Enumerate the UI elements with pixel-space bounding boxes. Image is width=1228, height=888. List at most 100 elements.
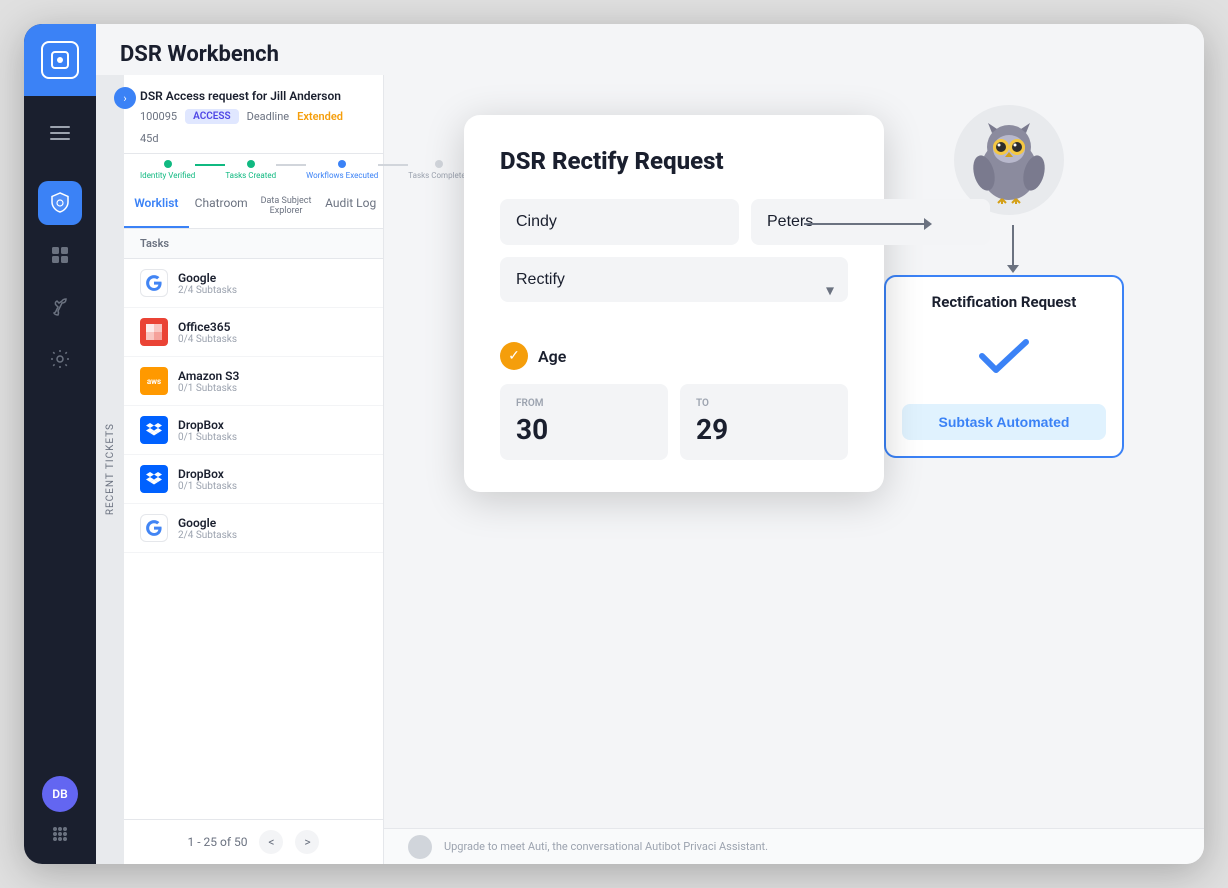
dropbox-logo-icon <box>140 416 168 444</box>
chatbot-text: Upgrade to meet Auti, the conversational… <box>444 840 768 853</box>
task-item[interactable]: aws Amazon S3 0/1 Subtasks <box>124 357 383 406</box>
age-header: ✓ Age <box>500 342 848 370</box>
step-tasks: Tasks Created <box>225 171 276 180</box>
task-info-amazons3: Amazon S3 0/1 Subtasks <box>178 369 367 394</box>
task-info-google: Google 2/4 Subtasks <box>178 271 367 296</box>
last-name-field[interactable] <box>751 199 990 245</box>
office365-logo-icon <box>140 318 168 346</box>
apps-icon[interactable] <box>51 824 69 848</box>
to-field-box: To 29 <box>680 384 848 460</box>
first-name-field[interactable] <box>500 199 739 245</box>
task-name: DropBox <box>178 467 367 481</box>
progress-steps-row: Identity Verified Tasks Created Workflow… <box>124 154 383 186</box>
right-panel: Rectification Request Subtask Automated <box>384 75 1204 864</box>
collapse-button[interactable]: › <box>114 87 136 109</box>
horizontal-arrow <box>804 223 924 225</box>
tasks-col-label: Tasks <box>140 237 169 250</box>
step-workflows: Workflows Executed <box>306 171 378 180</box>
deadline-label: Deadline <box>247 110 290 123</box>
name-row <box>500 199 848 245</box>
bottom-bar: Upgrade to meet Auti, the conversational… <box>384 828 1204 864</box>
sidebar-item-dashboard[interactable] <box>38 233 82 277</box>
sidebar: DB <box>24 24 96 864</box>
pagination-prev-button[interactable]: < <box>259 830 283 854</box>
task-name: Google <box>178 271 367 285</box>
age-fields: From 30 To 29 <box>500 384 848 460</box>
worklist-header: DSR Access request for Jill Anderson 100… <box>124 75 383 154</box>
google-logo-icon <box>140 269 168 297</box>
subtask-automated-button[interactable]: Subtask Automated <box>902 404 1106 440</box>
worklist-panel: DSR Access request for Jill Anderson 100… <box>124 75 384 864</box>
sidebar-nav <box>38 181 82 776</box>
chatbot-icon <box>408 835 432 859</box>
task-item[interactable]: DropBox 0/1 Subtasks <box>124 406 383 455</box>
aws-logo-icon: aws <box>140 367 168 395</box>
rectification-title: Rectification Request <box>902 293 1106 311</box>
sidebar-item-settings[interactable] <box>38 337 82 381</box>
task-info-dropbox2: DropBox 0/1 Subtasks <box>178 467 367 492</box>
access-badge: ACCESS <box>185 109 239 124</box>
check-icon <box>902 331 1106 388</box>
tab-chatroom[interactable]: Chatroom <box>189 186 254 228</box>
dsr-request-title: DSR Access request for Jill Anderson <box>140 89 367 103</box>
age-section: ✓ Age From 30 To 29 <box>500 342 848 460</box>
modal-title: DSR Rectify Request <box>500 147 848 175</box>
securiti-logo <box>41 41 79 79</box>
task-item[interactable]: Office365 0/4 Subtasks <box>124 308 383 357</box>
task-item[interactable]: Google 2/4 Subtasks <box>124 504 383 553</box>
tasks-section: Tasks Google 2/4 Subtasks <box>124 229 383 819</box>
down-arrow <box>1007 225 1019 273</box>
avatar[interactable]: DB <box>42 776 78 812</box>
task-subtasks: 0/1 Subtasks <box>178 481 367 492</box>
modal-card: DSR Rectify Request Rectify ▾ <box>464 115 884 492</box>
task-subtasks: 0/4 Subtasks <box>178 334 367 345</box>
content-area: › RECENT TICKETS DSR Access request for … <box>96 75 1204 864</box>
tab-data-subject[interactable]: Data Subject Explorer <box>254 186 319 228</box>
task-name: Google <box>178 516 367 530</box>
to-label: To <box>696 398 832 409</box>
pagination-text: 1 - 25 of 50 <box>188 835 248 849</box>
task-name: DropBox <box>178 418 367 432</box>
task-name: Office365 <box>178 320 367 334</box>
tab-audit-log[interactable]: Audit Log <box>318 186 383 228</box>
page-header: DSR Workbench <box>96 24 1204 75</box>
task-item[interactable]: Google 2/4 Subtasks <box>124 259 383 308</box>
task-subtasks: 0/1 Subtasks <box>178 383 367 394</box>
age-label: Age <box>538 347 566 366</box>
from-value: 30 <box>516 413 652 446</box>
age-check-badge: ✓ <box>500 342 528 370</box>
main-content: DSR Workbench › RECENT TICKETS DSR Acces… <box>96 24 1204 864</box>
request-type-select[interactable]: Rectify <box>500 257 848 302</box>
task-name: Amazon S3 <box>178 369 367 383</box>
tabs-row: Worklist Chatroom Data Subject Explorer … <box>124 186 383 229</box>
deadline-days: 45d <box>140 132 159 145</box>
recent-tickets-label: RECENT TICKETS <box>105 423 116 515</box>
tab-worklist[interactable]: Worklist <box>124 186 189 228</box>
from-label: From <box>516 398 652 409</box>
page-title: DSR Workbench <box>120 42 1180 67</box>
sidebar-bottom: DB <box>42 776 78 864</box>
dsr-meta: 100095 ACCESS Deadline Extended 45d <box>140 109 367 145</box>
google2-logo-icon <box>140 514 168 542</box>
task-subtasks: 2/4 Subtasks <box>178 285 367 296</box>
task-info-dropbox: DropBox 0/1 Subtasks <box>178 418 367 443</box>
tasks-header: Tasks <box>124 229 383 259</box>
pagination-next-button[interactable]: > <box>295 830 319 854</box>
sidebar-item-shield[interactable] <box>38 181 82 225</box>
task-subtasks: 2/4 Subtasks <box>178 530 367 541</box>
rectification-box: Rectification Request Subtask Automated <box>884 275 1124 458</box>
request-type-wrapper: Rectify ▾ <box>500 257 848 322</box>
to-value: 29 <box>696 413 832 446</box>
sidebar-item-tools[interactable] <box>38 285 82 329</box>
recent-tickets-sidebar: › RECENT TICKETS <box>96 75 124 864</box>
sidebar-logo <box>24 24 96 96</box>
task-info-google2: Google 2/4 Subtasks <box>178 516 367 541</box>
ticket-id: 100095 <box>140 110 177 123</box>
task-subtasks: 0/1 Subtasks <box>178 432 367 443</box>
task-item[interactable]: DropBox 0/1 Subtasks <box>124 455 383 504</box>
step-identity: Identity Verified <box>140 171 195 180</box>
from-field-box: From 30 <box>500 384 668 460</box>
dropbox2-logo-icon <box>140 465 168 493</box>
task-info-office365: Office365 0/4 Subtasks <box>178 320 367 345</box>
menu-toggle-button[interactable] <box>32 106 88 163</box>
